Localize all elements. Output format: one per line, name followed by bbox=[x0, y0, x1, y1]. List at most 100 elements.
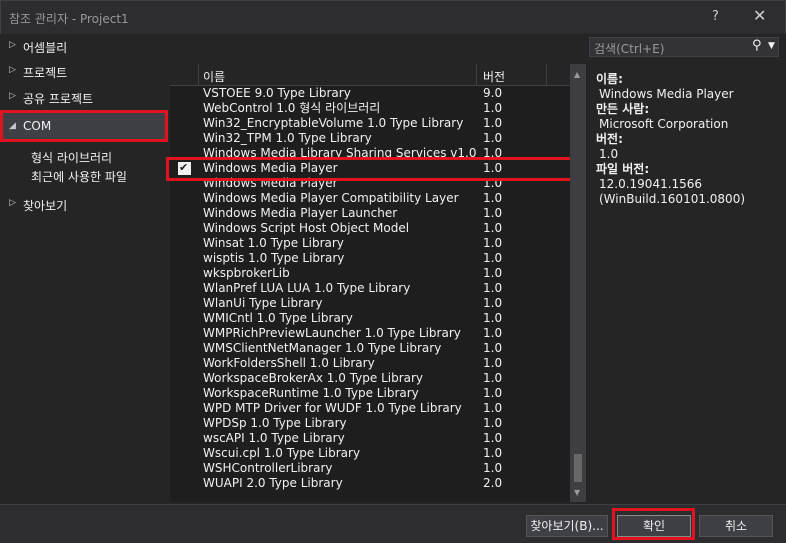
library-name: WPD MTP Driver for WUDF 1.0 Type Library bbox=[203, 401, 462, 415]
list-row[interactable]: Windows Media Player Compatibility Layer… bbox=[170, 191, 570, 206]
library-name: wisptis 1.0 Type Library bbox=[203, 251, 345, 265]
list-row[interactable]: WMPRichPreviewLauncher 1.0 Type Library 1… bbox=[170, 326, 570, 341]
search-input[interactable]: 검색(Ctrl+E) bbox=[594, 40, 664, 57]
ok-button[interactable]: 확인 bbox=[617, 515, 691, 537]
library-version: 9.0 bbox=[483, 86, 503, 100]
scroll-up-icon[interactable]: ▲ bbox=[574, 70, 580, 79]
column-divider[interactable] bbox=[476, 64, 477, 86]
list-row[interactable]: WSHControllerLibrary 1.0 bbox=[170, 461, 570, 476]
library-name: WPDSp 1.0 Type Library bbox=[203, 416, 347, 430]
checkbox[interactable] bbox=[178, 161, 191, 175]
list-row[interactable]: Wscui.cpl 1.0 Type Library 1.0 bbox=[170, 446, 570, 461]
list-row[interactable]: WPDSp 1.0 Type Library 1.0 bbox=[170, 416, 570, 431]
list-row[interactable]: Windows Media Player 1.0 bbox=[170, 176, 570, 191]
column-header-version[interactable]: 버전 bbox=[483, 68, 505, 85]
expand-arrow-icon[interactable]: ▷ bbox=[9, 40, 16, 50]
list-row[interactable]: WebControl 1.0 형식 라이브러리 1.0 bbox=[170, 101, 570, 116]
list-row[interactable]: Windows Media Player Launcher 1.0 bbox=[170, 206, 570, 221]
list-row[interactable]: WMSClientNetManager 1.0 Type Library 1.0 bbox=[170, 341, 570, 356]
nav-item-assemblies[interactable]: ▷ 어셈블리 bbox=[0, 36, 168, 58]
library-name: Win32_EncryptableVolume 1.0 Type Library bbox=[203, 116, 464, 130]
list-row[interactable]: WPD MTP Driver for WUDF 1.0 Type Library… bbox=[170, 401, 570, 416]
list-row[interactable]: wkspbrokerLib 1.0 bbox=[170, 266, 570, 281]
library-version: 1.0 bbox=[483, 221, 503, 235]
collapse-arrow-icon[interactable]: ◢ bbox=[9, 121, 16, 131]
library-name: wkspbrokerLib bbox=[203, 266, 290, 280]
column-divider[interactable] bbox=[546, 64, 547, 86]
nav-sub-recent-files[interactable]: 최근에 사용한 파일 bbox=[31, 168, 127, 185]
nav-label: 프로젝트 bbox=[23, 66, 68, 80]
nav-sub-type-libraries[interactable]: 형식 라이브러리 bbox=[31, 149, 112, 166]
library-name: Wscui.cpl 1.0 Type Library bbox=[203, 446, 361, 460]
list-row[interactable]: Windows Media Library Sharing Services v… bbox=[170, 146, 570, 161]
library-name: WebControl 1.0 형식 라이브러리 bbox=[203, 101, 381, 115]
library-version: 1.0 bbox=[483, 101, 503, 115]
library-version: 1.0 bbox=[483, 371, 503, 385]
expand-arrow-icon[interactable]: ▷ bbox=[9, 198, 16, 208]
scroll-down-icon[interactable]: ▼ bbox=[574, 488, 580, 497]
list-row[interactable]: WUAPI 2.0 Type Library 2.0 bbox=[170, 476, 570, 491]
list-row[interactable]: WorkspaceRuntime 1.0 Type Library 1.0 bbox=[170, 386, 570, 401]
column-header-name[interactable]: 이름 bbox=[203, 68, 225, 85]
title-bar: 참조 관리자 - Project1 ? ✕ bbox=[0, 0, 786, 34]
library-name: WorkspaceRuntime 1.0 Type Library bbox=[203, 386, 419, 400]
list-row[interactable]: WorkFoldersShell 1.0 Library 1.0 bbox=[170, 356, 570, 371]
library-version: 1.0 bbox=[483, 431, 503, 445]
list-row[interactable]: Win32_EncryptableVolume 1.0 Type Library… bbox=[170, 116, 570, 131]
library-version: 1.0 bbox=[483, 446, 503, 460]
library-version: 1.0 bbox=[483, 281, 503, 295]
cancel-button[interactable]: 취소 bbox=[699, 515, 773, 537]
reference-list: 이름 버전 VSTOEE 9.0 Type Library 9.0 WebContr… bbox=[170, 64, 570, 502]
list-row[interactable]: VSTOEE 9.0 Type Library 9.0 bbox=[170, 86, 570, 101]
library-name: Windows Media Player bbox=[203, 161, 338, 175]
list-row[interactable]: WlanUi Type Library 1.0 bbox=[170, 296, 570, 311]
close-button[interactable]: ✕ bbox=[753, 6, 766, 25]
detail-creator-value: Microsoft Corporation bbox=[599, 117, 729, 131]
window-title: 참조 관리자 - Project1 bbox=[9, 12, 129, 26]
library-name: WUAPI 2.0 Type Library bbox=[203, 476, 343, 490]
library-version: 2.0 bbox=[483, 476, 503, 490]
search-icon[interactable]: ⚲ bbox=[752, 38, 762, 53]
library-name: Winsat 1.0 Type Library bbox=[203, 236, 344, 250]
expand-arrow-icon[interactable]: ▷ bbox=[9, 65, 16, 75]
library-version: 1.0 bbox=[483, 461, 503, 475]
detail-name-value: Windows Media Player bbox=[599, 87, 734, 101]
nav-item-projects[interactable]: ▷ 프로젝트 bbox=[0, 61, 168, 83]
library-name: Windows Script Host Object Model bbox=[203, 221, 410, 235]
detail-file-version-label: 파일 버전: bbox=[596, 162, 650, 176]
nav-item-browse[interactable]: ▷ 찾아보기 bbox=[0, 194, 168, 216]
category-nav: ▷ 어셈블리 ▷ 프로젝트 ▷ 공유 프로젝트 ◢ COM 형식 라이브러리 최… bbox=[0, 34, 170, 504]
list-scrollbar[interactable]: ▲ ▼ bbox=[570, 64, 586, 502]
library-version: 1.0 bbox=[483, 416, 503, 430]
library-name: WorkspaceBrokerAx 1.0 Type Library bbox=[203, 371, 424, 385]
search-box[interactable]: 검색(Ctrl+E) ⚲ ▼ bbox=[589, 37, 779, 57]
library-name: WlanPref LUA LUA 1.0 Type Library bbox=[203, 281, 411, 295]
search-options-chevron-icon[interactable]: ▼ bbox=[768, 41, 775, 51]
list-row[interactable]: Windows Media Player 1.0 bbox=[170, 161, 570, 176]
nav-label: 어셈블리 bbox=[23, 41, 68, 55]
list-row[interactable]: WorkspaceBrokerAx 1.0 Type Library 1.0 bbox=[170, 371, 570, 386]
list-row[interactable]: Winsat 1.0 Type Library 1.0 bbox=[170, 236, 570, 251]
detail-file-version-value: 12.0.19041.1566 bbox=[599, 177, 703, 191]
nav-label: 찾아보기 bbox=[23, 199, 68, 213]
scroll-thumb[interactable] bbox=[574, 454, 582, 482]
browse-button[interactable]: 찾아보기(B)... bbox=[526, 515, 608, 537]
list-row[interactable]: WlanPref LUA LUA 1.0 Type Library 1.0 bbox=[170, 281, 570, 296]
list-row[interactable]: Win32_TPM 1.0 Type Library 1.0 bbox=[170, 131, 570, 146]
help-button[interactable]: ? bbox=[712, 9, 719, 24]
library-name: wscAPI 1.0 Type Library bbox=[203, 431, 345, 445]
library-name: Windows Media Library Sharing Services v… bbox=[203, 146, 477, 160]
library-name: WorkFoldersShell 1.0 Library bbox=[203, 356, 375, 370]
library-version: 1.0 bbox=[483, 401, 503, 415]
library-version: 1.0 bbox=[483, 146, 503, 160]
list-row[interactable]: Windows Script Host Object Model 1.0 bbox=[170, 221, 570, 236]
nav-item-com[interactable]: ◢ COM bbox=[2, 112, 166, 142]
library-version: 1.0 bbox=[483, 131, 503, 145]
nav-item-shared-projects[interactable]: ▷ 공유 프로젝트 bbox=[0, 87, 168, 109]
library-name: VSTOEE 9.0 Type Library bbox=[203, 86, 351, 100]
list-row[interactable]: WMICntl 1.0 Type Library 1.0 bbox=[170, 311, 570, 326]
expand-arrow-icon[interactable]: ▷ bbox=[9, 91, 16, 101]
list-row[interactable]: wscAPI 1.0 Type Library 1.0 bbox=[170, 431, 570, 446]
column-divider bbox=[198, 64, 199, 86]
list-row[interactable]: wisptis 1.0 Type Library 1.0 bbox=[170, 251, 570, 266]
